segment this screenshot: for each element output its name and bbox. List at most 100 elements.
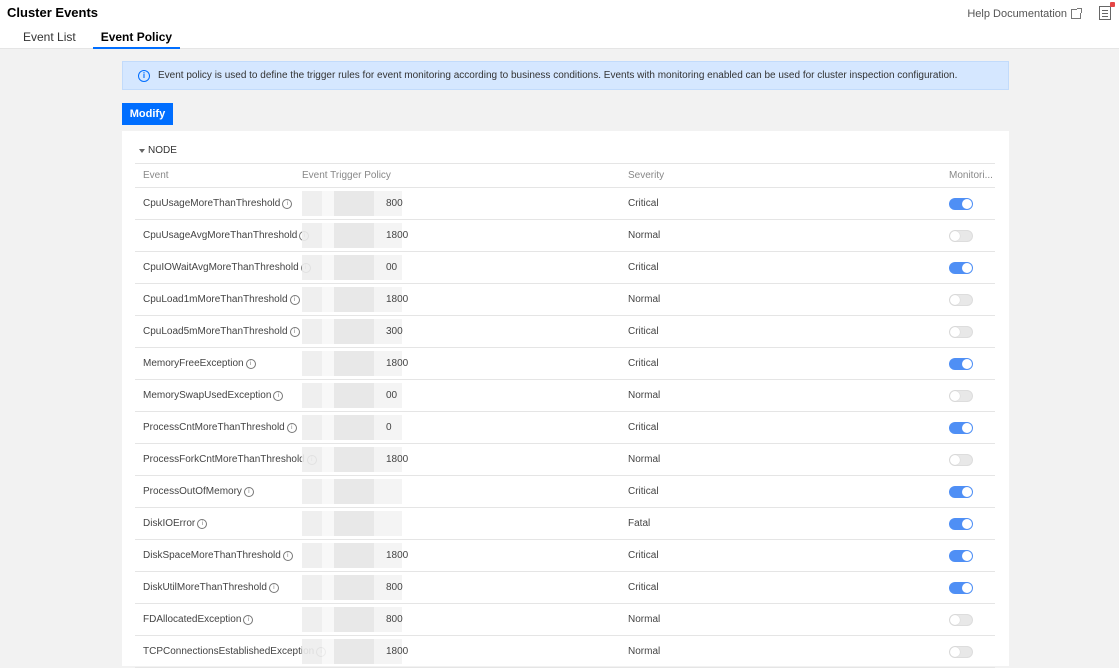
page-title: Cluster Events — [7, 5, 99, 20]
event-name-cell: DiskIOError i — [143, 508, 208, 539]
column-header-trigger-policy: Event Trigger Policy — [302, 170, 391, 181]
trigger-policy-cell: 1800 — [302, 540, 452, 571]
info-circle-icon[interactable]: i — [289, 326, 300, 337]
event-policy-card: NODE Event Event Trigger Policy Severity… — [122, 131, 1009, 668]
event-name: FDAllocatedException — [143, 614, 242, 625]
event-name: ProcessCntMoreThanThreshold — [143, 422, 285, 433]
trigger-policy-value: 1800 — [386, 358, 409, 369]
severity-cell: Normal — [628, 294, 661, 305]
info-circle-icon[interactable]: i — [245, 358, 256, 369]
trigger-policy-cell: 800 — [302, 604, 452, 635]
monitoring-toggle[interactable] — [949, 325, 973, 338]
tab-event-list[interactable]: Event List — [23, 30, 76, 48]
toggle-knob — [950, 326, 960, 337]
tab-bar: Event List Event Policy — [0, 30, 181, 49]
trigger-policy-cell — [302, 476, 452, 507]
toggle-knob — [962, 582, 972, 593]
trigger-policy-value: 1800 — [386, 646, 409, 657]
trigger-policy-cell: 300 — [302, 316, 452, 347]
info-circle-icon[interactable]: i — [289, 294, 300, 305]
info-circle-icon[interactable]: i — [197, 518, 208, 529]
monitoring-toggle[interactable] — [949, 613, 973, 626]
info-icon: i — [138, 69, 150, 82]
monitoring-toggle[interactable] — [949, 581, 973, 594]
trigger-policy-cell — [302, 508, 452, 539]
trigger-policy-value: 1800 — [386, 294, 409, 305]
monitoring-cell — [949, 412, 973, 443]
info-circle-icon[interactable]: i — [273, 390, 284, 401]
event-name: DiskIOError — [143, 518, 196, 529]
monitoring-cell — [949, 636, 973, 667]
severity-cell: Normal — [628, 454, 661, 465]
monitoring-toggle[interactable] — [949, 389, 973, 402]
event-name: DiskUtilMoreThanThreshold — [143, 582, 267, 593]
monitoring-toggle[interactable] — [949, 197, 973, 210]
node-section-toggle[interactable]: NODE — [139, 145, 177, 156]
top-bar: Cluster Events Help Documentation Event … — [0, 0, 1119, 49]
event-name: TCPConnectionsEstablishedException — [143, 646, 315, 657]
trigger-policy-value: 00 — [386, 262, 398, 273]
monitoring-toggle[interactable] — [949, 517, 973, 530]
trigger-policy-cell: 1800 — [302, 220, 452, 251]
event-name: CpuLoad5mMoreThanThreshold — [143, 326, 288, 337]
monitoring-toggle[interactable] — [949, 229, 973, 242]
trigger-policy-cell: 0 — [302, 412, 452, 443]
monitoring-cell — [949, 252, 973, 283]
event-name-cell: MemorySwapUsedException i — [143, 380, 284, 411]
event-name-cell: TCPConnectionsEstablishedExceptioni — [143, 636, 327, 667]
redacted-block — [302, 479, 402, 504]
severity-cell: Normal — [628, 390, 661, 401]
notification-dot-icon — [1110, 2, 1115, 7]
monitoring-toggle[interactable] — [949, 357, 973, 370]
monitoring-toggle[interactable] — [949, 261, 973, 274]
info-circle-icon[interactable]: i — [282, 550, 293, 561]
severity-cell: Critical — [628, 422, 659, 433]
event-name: DiskSpaceMoreThanThreshold — [143, 550, 281, 561]
event-name: ProcessOutOfMemory — [143, 486, 242, 497]
monitoring-toggle[interactable] — [949, 485, 973, 498]
monitoring-toggle[interactable] — [949, 293, 973, 306]
info-circle-icon[interactable]: i — [268, 582, 279, 593]
monitoring-toggle[interactable] — [949, 645, 973, 658]
monitoring-toggle[interactable] — [949, 549, 973, 562]
toggle-knob — [962, 550, 972, 561]
trigger-policy-value: 00 — [386, 390, 398, 401]
event-name: MemorySwapUsedException — [143, 390, 272, 401]
toggle-knob — [950, 646, 960, 657]
event-name-cell: CpuLoad5mMoreThanThreshold i — [143, 316, 300, 347]
trigger-policy-value: 800 — [386, 582, 403, 593]
monitoring-cell — [949, 380, 973, 411]
monitoring-toggle[interactable] — [949, 453, 973, 466]
info-circle-icon[interactable]: i — [282, 198, 293, 209]
info-circle-icon[interactable]: i — [243, 486, 254, 497]
event-name-cell: CpuIOWaitAvgMoreThanThresholdi — [143, 252, 311, 283]
event-name-cell: FDAllocatedException i — [143, 604, 254, 635]
tab-event-policy[interactable]: Event Policy — [92, 30, 181, 49]
info-circle-icon[interactable]: i — [286, 422, 297, 433]
document-list-icon[interactable] — [1099, 2, 1115, 20]
trigger-policy-cell: 1800 — [302, 284, 452, 315]
trigger-policy-cell: 800 — [302, 188, 452, 219]
trigger-policy-value: 800 — [386, 198, 403, 209]
severity-cell: Critical — [628, 550, 659, 561]
monitoring-toggle[interactable] — [949, 421, 973, 434]
info-banner-text: Event policy is used to define the trigg… — [158, 70, 958, 81]
table-row: ProcessForkCntMoreThanThresholdi 1800 Norm… — [135, 444, 995, 476]
event-name-cell: CpuLoad1mMoreThanThreshold i — [143, 284, 300, 315]
monitoring-cell — [949, 348, 973, 379]
trigger-policy-value: 1800 — [386, 454, 409, 465]
event-name-cell: ProcessCntMoreThanThreshold i — [143, 412, 297, 443]
monitoring-cell — [949, 220, 973, 251]
modify-button[interactable]: Modify — [122, 103, 173, 125]
trigger-policy-cell: 1800 — [302, 636, 452, 667]
severity-cell: Critical — [628, 198, 659, 209]
info-circle-icon[interactable]: i — [243, 614, 254, 625]
event-name: CpuUsageMoreThanThreshold — [143, 198, 281, 209]
help-documentation-label: Help Documentation — [967, 8, 1067, 20]
event-name: ProcessForkCntMoreThanThreshold — [143, 454, 305, 465]
redacted-block — [302, 511, 402, 536]
external-link-icon — [1071, 8, 1082, 19]
event-name-cell: DiskUtilMoreThanThreshold i — [143, 572, 279, 603]
severity-cell: Critical — [628, 582, 659, 593]
help-documentation-link[interactable]: Help Documentation — [967, 8, 1082, 20]
